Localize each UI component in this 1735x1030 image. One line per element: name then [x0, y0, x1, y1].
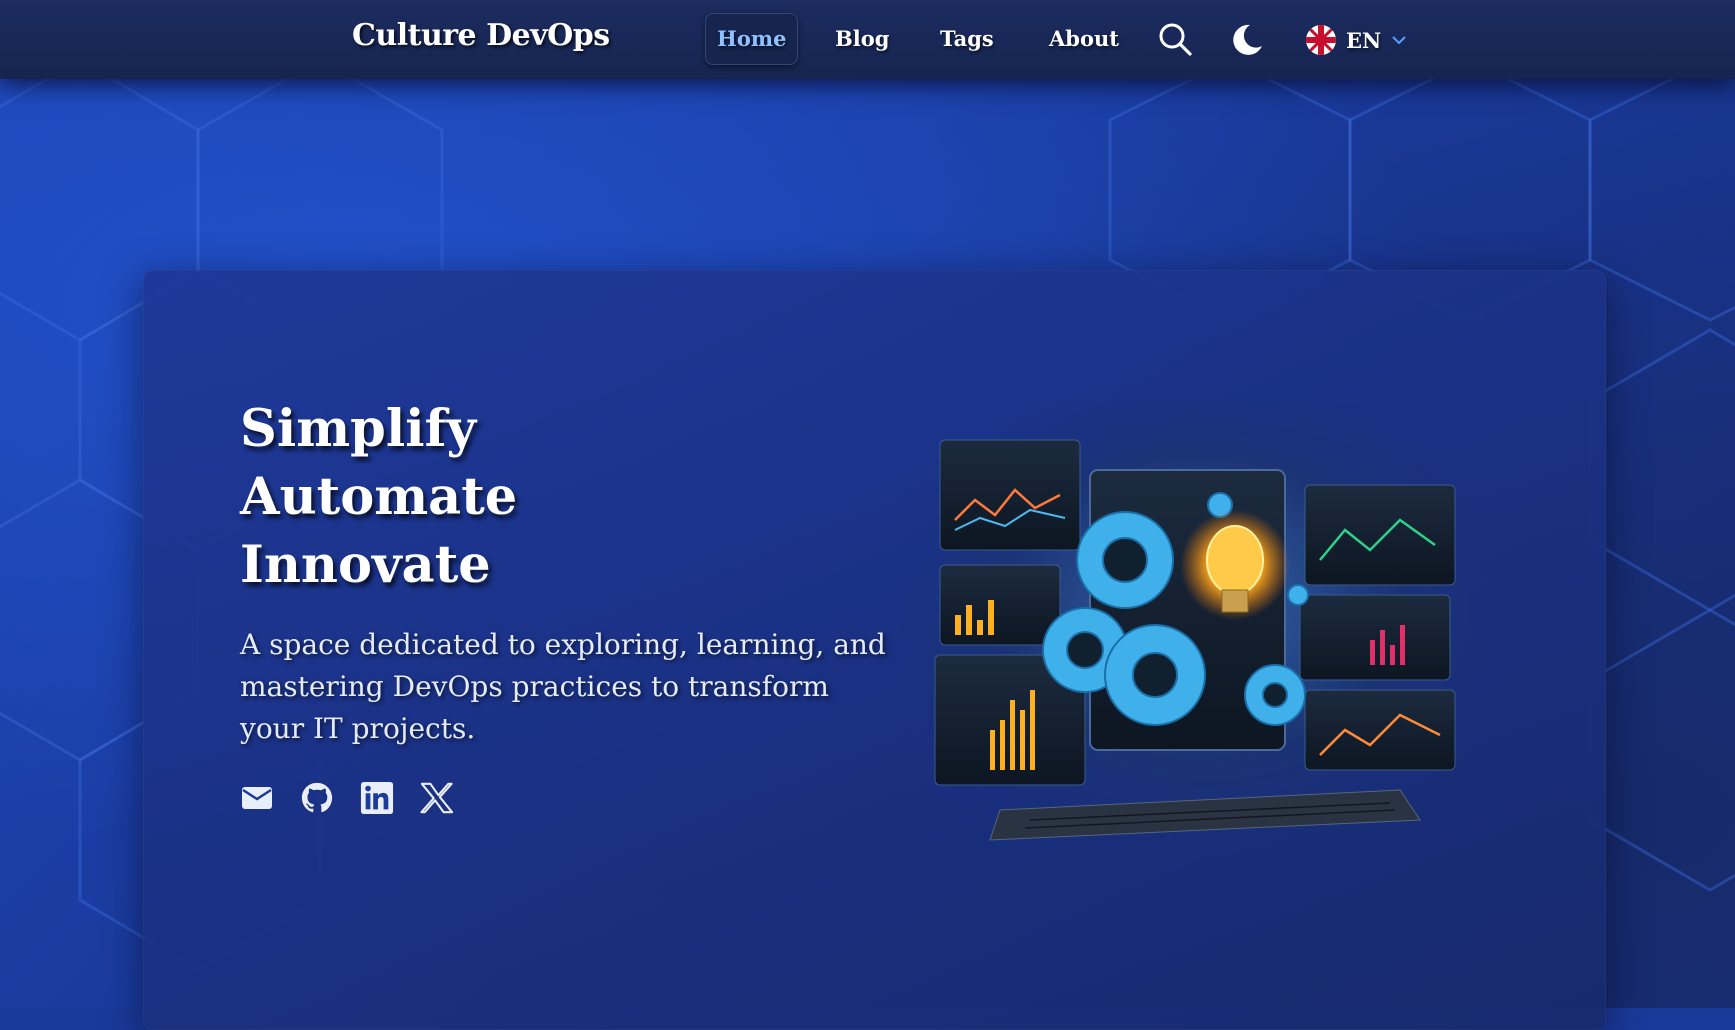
- language-code: EN: [1346, 27, 1382, 53]
- moon-icon[interactable]: [1230, 22, 1264, 60]
- nav-tags[interactable]: Tags: [928, 13, 1006, 65]
- hero-description: A space dedicated to exploring, learning…: [240, 628, 886, 745]
- github-icon[interactable]: [300, 778, 334, 818]
- linkedin-icon[interactable]: [360, 778, 394, 818]
- social-links: [240, 778, 454, 818]
- devops-dashboard-illustration: [900, 400, 1500, 860]
- tagline-line: Innovate: [240, 535, 491, 595]
- nav-home[interactable]: Home: [705, 13, 799, 65]
- chevron-down-icon: [1392, 36, 1406, 45]
- x-icon[interactable]: [420, 778, 454, 818]
- site-logo[interactable]: Culture DevOps: [352, 18, 610, 53]
- nav-about[interactable]: About: [1037, 13, 1131, 65]
- language-selector[interactable]: EN: [1306, 22, 1407, 58]
- nav-blog[interactable]: Blog: [823, 13, 901, 65]
- top-navbar: Culture DevOps Home Blog Tags About EN: [0, 0, 1735, 79]
- search-icon[interactable]: [1158, 22, 1192, 60]
- hero-tagline: Simplify Automate Innovate: [240, 395, 517, 599]
- uk-flag-icon: [1306, 25, 1336, 55]
- mail-icon[interactable]: [240, 778, 274, 818]
- tagline-line: Simplify: [240, 399, 477, 459]
- tagline-line: Automate: [240, 467, 518, 527]
